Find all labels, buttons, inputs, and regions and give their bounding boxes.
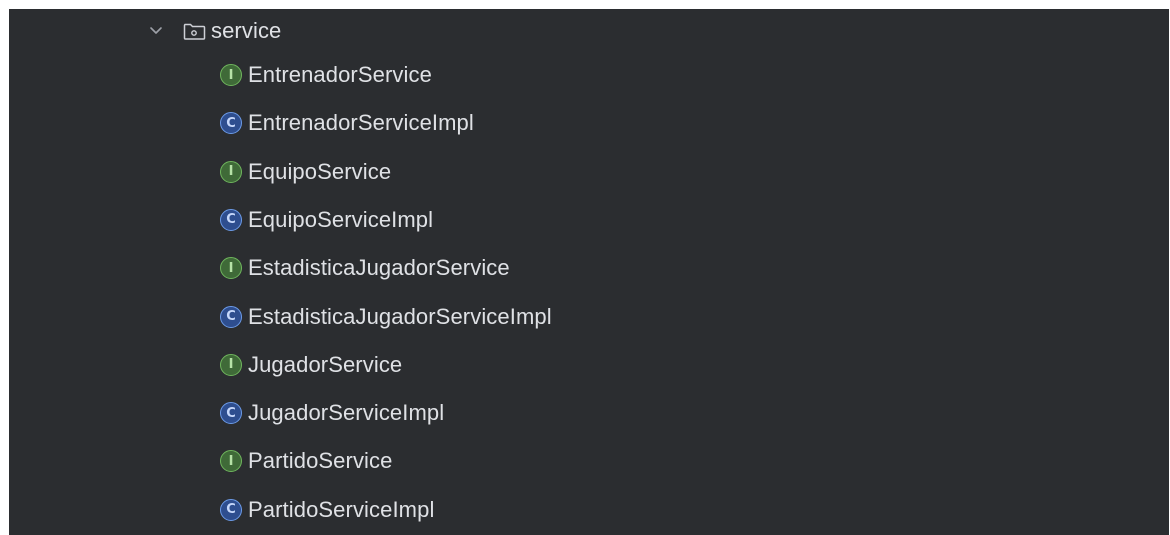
class-icon: C <box>220 112 242 135</box>
chevron-down-icon[interactable] <box>145 20 167 42</box>
tree-item[interactable]: C EquipoServiceImpl <box>220 198 433 242</box>
tree-item[interactable]: C EntrenadorServiceImpl <box>220 101 474 145</box>
interface-icon: I <box>220 257 242 280</box>
interface-icon: I <box>220 64 242 86</box>
screenshot-frame: service I EntrenadorService C EntrenadorSer… <box>0 0 1170 535</box>
tree-item-label: EntrenadorService <box>248 62 432 87</box>
tree-item-label: JugadorServiceImpl <box>248 400 445 426</box>
project-tree-panel: service I EntrenadorService C EntrenadorSer… <box>9 9 1169 535</box>
tree-folder-service[interactable]: service <box>145 9 281 53</box>
interface-icon: I <box>220 160 242 183</box>
class-icon: C <box>220 208 242 231</box>
tree-item[interactable]: C PartidoServiceImpl <box>220 488 434 532</box>
class-icon: C <box>220 305 242 328</box>
folder-label: service <box>211 18 282 43</box>
tree-item-label: PartidoServiceImpl <box>248 496 435 522</box>
tree-item[interactable]: I EntrenadorService <box>220 53 432 97</box>
tree-item-label: EstadisticaJugadorService <box>248 255 510 281</box>
tree-item[interactable]: I JugadorService <box>220 343 402 387</box>
tree-item-label: EntrenadorServiceImpl <box>248 110 474 136</box>
tree-item[interactable]: C JugadorServiceImpl <box>220 391 444 435</box>
tree-item-label: EstadisticaJugadorServiceImpl <box>248 303 552 329</box>
tree-item[interactable]: I EquipoService <box>220 150 391 194</box>
tree-item[interactable]: I EstadisticaJugadorService <box>220 246 510 290</box>
tree-item-label: PartidoService <box>248 448 393 474</box>
tree-item[interactable]: C EstadisticaJugadorServiceImpl <box>220 295 552 339</box>
folder-package-icon <box>181 20 207 42</box>
tree-item-label: EquipoServiceImpl <box>248 206 434 232</box>
tree-item-label: JugadorService <box>248 351 403 377</box>
class-icon: C <box>220 402 242 425</box>
tree-item-label: EquipoService <box>248 158 392 184</box>
tree-item[interactable]: I PartidoService <box>220 439 392 483</box>
class-icon: C <box>220 498 242 521</box>
interface-icon: I <box>220 353 242 376</box>
interface-icon: I <box>220 450 242 473</box>
